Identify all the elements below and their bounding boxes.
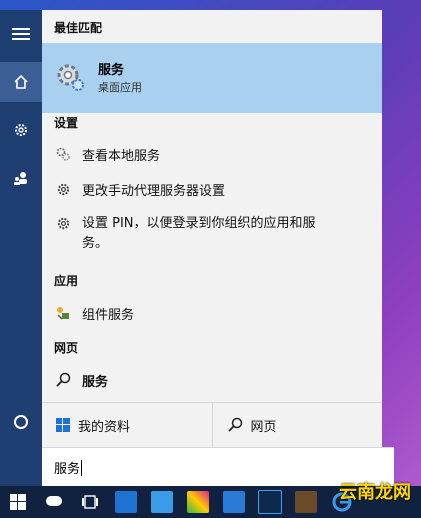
- taskbar-app-bird[interactable]: [144, 486, 180, 518]
- mail-app-icon: [223, 491, 245, 513]
- settings-item-view-local-services[interactable]: 查看本地服务: [42, 139, 382, 169]
- bottom-button-bar: 我的资料 网页: [42, 402, 382, 447]
- gallery-app-icon: [187, 491, 209, 513]
- settings-item-label: 查看本地服务: [82, 148, 161, 164]
- taskbar-app-misc[interactable]: [288, 486, 324, 518]
- settings-item-label-line1: 设置 PIN，以便登录到你组织的应用和服: [82, 216, 316, 231]
- task-view-icon: [82, 495, 98, 509]
- feedback-button[interactable]: [0, 158, 42, 198]
- hamburger-menu-button[interactable]: [0, 14, 42, 54]
- windows-logo-icon: [56, 418, 70, 432]
- search-input-value: 服务: [54, 462, 81, 477]
- task-view-button[interactable]: [72, 486, 108, 518]
- store-app-icon: [115, 491, 137, 513]
- taskbar-app-store[interactable]: [108, 486, 144, 518]
- people-icon: [14, 172, 27, 185]
- search-icon: [52, 372, 74, 388]
- section-best-match: 最佳匹配: [54, 21, 103, 35]
- section-web: 网页: [54, 341, 79, 355]
- taskbar-app-gallery[interactable]: [180, 486, 216, 518]
- gear-services-icon: [57, 64, 84, 91]
- bird-app-icon: [151, 491, 173, 513]
- start-button[interactable]: [0, 486, 36, 518]
- home-icon: [14, 74, 28, 89]
- web-button[interactable]: 网页: [213, 403, 383, 447]
- my-stuff-label: 我的资料: [78, 419, 131, 435]
- component-services-icon: [52, 305, 74, 321]
- settings-item-label: 设置 PIN，以便登录到你组织的应用和服 务。: [82, 214, 316, 254]
- chat-bubble-icon: [46, 496, 62, 506]
- taskbar-app-photoshop[interactable]: [252, 486, 288, 518]
- best-match-item[interactable]: 服务 桌面应用: [42, 43, 382, 113]
- web-item-services[interactable]: 服务: [42, 365, 382, 395]
- app-icon: [295, 491, 317, 513]
- app-item-component-services[interactable]: 组件服务: [42, 298, 382, 328]
- app-item-label: 组件服务: [82, 307, 135, 323]
- text-caret: [81, 459, 83, 476]
- start-left-rail: [0, 10, 42, 486]
- settings-button[interactable]: [0, 110, 42, 150]
- settings-item-proxy[interactable]: 更改手动代理服务器设置: [42, 174, 382, 204]
- settings-item-label-line2: 务。: [82, 236, 109, 251]
- home-button[interactable]: [0, 62, 42, 102]
- section-apps: 应用: [54, 274, 79, 288]
- settings-item-pin[interactable]: 设置 PIN，以便登录到你组织的应用和服 务。: [42, 210, 382, 258]
- taskbar-app-mail[interactable]: [216, 486, 252, 518]
- cortana-ring-icon: [14, 415, 28, 429]
- settings-item-label: 更改手动代理服务器设置: [82, 183, 226, 199]
- watermark: 云南龙网: [339, 482, 411, 503]
- photoshop-app-icon: [258, 490, 282, 514]
- windows-logo-icon: [10, 494, 26, 510]
- section-settings: 设置: [54, 116, 79, 130]
- cortana-search-button[interactable]: [36, 486, 72, 518]
- gear-icon: [52, 216, 74, 231]
- web-label: 网页: [250, 419, 277, 435]
- best-match-subtitle: 桌面应用: [98, 81, 142, 94]
- web-item-label: 服务: [82, 374, 109, 390]
- my-stuff-button[interactable]: 我的资料: [42, 403, 213, 447]
- services-icon: [52, 146, 74, 162]
- cortana-button[interactable]: [0, 402, 42, 442]
- hamburger-icon: [12, 28, 30, 40]
- search-results-panel: 最佳匹配 服务 桌面应用 设置 查看本地服务 更改手动代理服务器设置 设置 PI…: [42, 10, 394, 487]
- gear-icon: [52, 182, 74, 197]
- gear-icon: [15, 124, 27, 136]
- search-icon: [227, 417, 242, 432]
- best-match-title: 服务: [98, 63, 125, 78]
